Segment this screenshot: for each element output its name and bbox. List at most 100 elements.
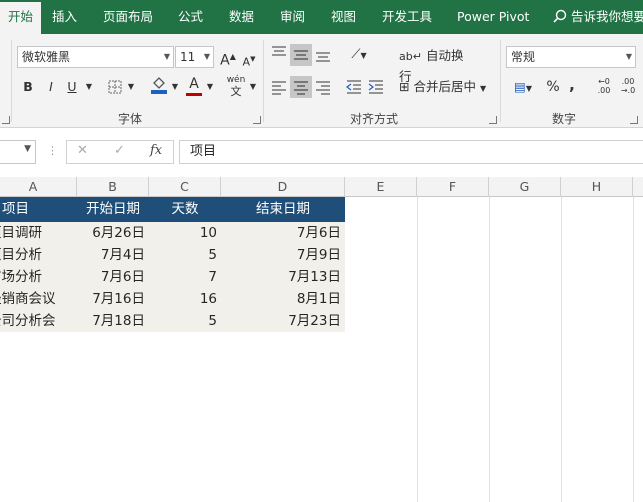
decrease-decimal-button[interactable]: .00 →.0 <box>618 77 638 95</box>
more-dots-icon[interactable]: ⋮ <box>47 144 58 157</box>
cell-start-date[interactable]: 7月6日 <box>77 266 145 288</box>
tab-data[interactable]: 数据 <box>229 0 254 34</box>
cell-days[interactable]: 10 <box>149 222 217 244</box>
formula-bar: ▼ ⋮ ✕ ✓ fx 项目 <box>0 138 643 168</box>
cell-project[interactable]: 项目调研 <box>0 222 76 244</box>
insert-function-icon[interactable]: fx <box>150 143 162 158</box>
cell-start-date[interactable]: 7月4日 <box>77 244 145 266</box>
column-header-g[interactable]: G <box>489 177 561 197</box>
column-header-c[interactable]: C <box>149 177 221 197</box>
gridline <box>489 197 490 502</box>
borders-button[interactable] <box>106 77 124 100</box>
number-format-combo[interactable]: 常规 ▼ <box>506 46 636 68</box>
increase-indent-icon[interactable] <box>367 78 385 96</box>
header-cell-days[interactable]: 天数 <box>149 197 221 222</box>
table-row: 项目调研 6月26日 10 7月6日 <box>0 222 345 244</box>
increase-decimal-button[interactable]: ←0.00 <box>594 77 614 95</box>
font-size-value: 11 <box>180 50 196 64</box>
number-group-label: 数字 <box>552 112 577 126</box>
chevron-down-icon: ▼ <box>163 52 170 61</box>
align-bottom-icon[interactable] <box>314 46 332 64</box>
cancel-icon[interactable]: ✕ <box>77 143 88 158</box>
column-header-h[interactable]: H <box>561 177 633 197</box>
clipboard-launcher-icon[interactable] <box>2 116 10 124</box>
header-cell-end-date[interactable]: 结束日期 <box>221 197 345 222</box>
formula-input[interactable]: 项目 <box>179 140 643 164</box>
align-center-button[interactable] <box>290 76 312 98</box>
tab-developer[interactable]: 开发工具 <box>382 0 432 34</box>
cell-project[interactable]: 项目分析 <box>0 244 76 266</box>
divider <box>11 40 12 122</box>
cell-start-date[interactable]: 6月26日 <box>77 222 145 244</box>
cell-project[interactable]: 经销商会议 <box>0 288 76 310</box>
column-header-a[interactable]: A <box>0 177 77 197</box>
font-group-label: 字体 <box>118 112 143 126</box>
tab-insert[interactable]: 插入 <box>52 0 77 34</box>
align-middle-button[interactable] <box>290 44 312 66</box>
chevron-down-icon[interactable]: ▼ <box>248 77 258 97</box>
alignment-launcher-icon[interactable] <box>489 116 497 124</box>
merge-center-label: 合并后居中 <box>413 79 476 94</box>
tab-formulas[interactable]: 公式 <box>178 0 203 34</box>
chevron-down-icon[interactable]: ▼ <box>205 77 215 97</box>
cell-days[interactable]: 5 <box>149 244 217 266</box>
italic-button[interactable]: I <box>43 77 59 97</box>
align-right-icon[interactable] <box>314 78 332 96</box>
font-name-combo[interactable]: 微软雅黑 ▼ <box>17 46 174 68</box>
grow-font-button[interactable]: A▲ <box>220 47 236 71</box>
phonetic-button[interactable]: wén 文 <box>226 74 246 99</box>
increase-decimal-bottom: .00 <box>597 86 611 95</box>
cell-end-date[interactable]: 7月6日 <box>221 222 341 244</box>
cell-days[interactable]: 5 <box>149 310 217 332</box>
header-cell-project[interactable]: 项目 <box>2 197 76 222</box>
font-launcher-icon[interactable] <box>253 116 261 124</box>
align-left-icon[interactable] <box>270 78 288 96</box>
header-cell-start-date[interactable]: 开始日期 <box>77 197 149 222</box>
cell-days[interactable]: 7 <box>149 266 217 288</box>
comma-button[interactable]: , <box>566 75 578 95</box>
cell-project[interactable]: 公司分析会 <box>0 310 76 332</box>
cell-project[interactable]: 市场分析 <box>0 266 76 288</box>
chevron-down-icon: ▼ <box>625 52 632 61</box>
underline-button[interactable]: U <box>64 77 80 97</box>
chevron-down-icon[interactable]: ▼ <box>126 77 136 97</box>
cell-start-date[interactable]: 7月16日 <box>77 288 145 310</box>
column-header-e[interactable]: E <box>345 177 417 197</box>
cell-end-date[interactable]: 7月23日 <box>221 310 341 332</box>
merge-center-button[interactable]: ⊞ 合并后居中 ▼ <box>399 77 495 99</box>
cell-end-date[interactable]: 8月1日 <box>221 288 341 310</box>
chevron-down-icon[interactable]: ▼ <box>170 77 180 97</box>
divider <box>263 40 264 122</box>
phonetic-label: wén <box>226 75 246 85</box>
orientation-button[interactable]: ⟋▼ <box>346 45 372 66</box>
percent-button[interactable]: % <box>544 77 562 97</box>
tab-view[interactable]: 视图 <box>331 0 356 34</box>
font-size-combo[interactable]: 11 ▼ <box>175 46 214 68</box>
table-header-row: 项目 开始日期 天数 结束日期 <box>0 197 345 222</box>
chevron-down-icon: ▼ <box>479 84 487 93</box>
align-top-icon[interactable] <box>270 44 288 62</box>
fill-color-button[interactable] <box>149 76 169 100</box>
tab-home[interactable]: 开始 <box>0 2 42 34</box>
cell-end-date[interactable]: 7月9日 <box>221 244 341 266</box>
bold-button[interactable]: B <box>19 77 37 97</box>
font-color-button[interactable]: A <box>186 75 202 96</box>
number-launcher-icon[interactable] <box>630 116 638 124</box>
tell-me-box[interactable]: 告诉我你想要 <box>553 0 643 34</box>
column-header-d[interactable]: D <box>221 177 345 197</box>
tab-page-layout[interactable]: 页面布局 <box>103 0 153 34</box>
cell-days[interactable]: 16 <box>149 288 217 310</box>
shrink-font-button[interactable]: A▼ <box>242 49 256 73</box>
tab-power-pivot[interactable]: Power Pivot <box>457 0 529 34</box>
cell-start-date[interactable]: 7月18日 <box>77 310 145 332</box>
name-box[interactable]: ▼ <box>0 140 36 164</box>
column-header-b[interactable]: B <box>77 177 149 197</box>
tab-review[interactable]: 审阅 <box>280 0 305 34</box>
decrease-decimal-top: .00 <box>621 77 635 86</box>
accounting-format-button[interactable]: ▤▼ <box>508 77 538 99</box>
enter-icon[interactable]: ✓ <box>114 143 125 158</box>
column-header-f[interactable]: F <box>417 177 489 197</box>
chevron-down-icon[interactable]: ▼ <box>84 77 94 97</box>
decrease-indent-icon[interactable] <box>345 78 363 96</box>
cell-end-date[interactable]: 7月13日 <box>221 266 341 288</box>
